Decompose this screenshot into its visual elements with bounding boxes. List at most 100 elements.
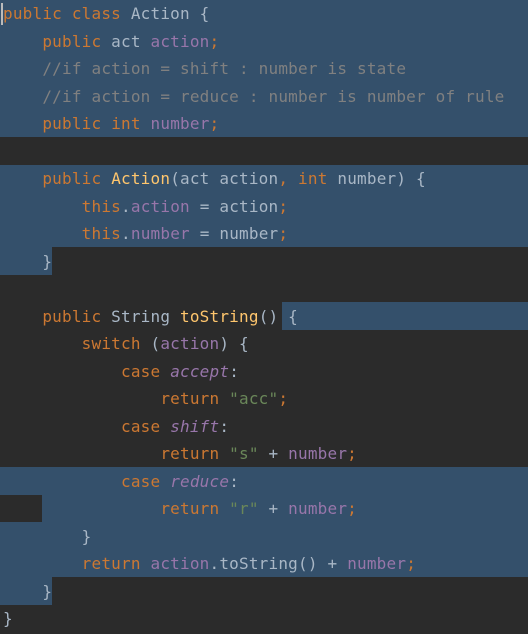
code-line[interactable]: this.action = action; bbox=[3, 193, 288, 221]
code-line[interactable]: return "s" + number; bbox=[3, 440, 357, 468]
code-line[interactable]: //if action = reduce : number is number … bbox=[3, 83, 505, 111]
code-token: action bbox=[130, 196, 190, 216]
code-token: act bbox=[101, 31, 151, 51]
code-token: //if action = shift : number is state bbox=[42, 59, 407, 78]
code-token: () { bbox=[258, 306, 299, 326]
code-token: ) { bbox=[219, 334, 249, 353]
code-token: toString bbox=[180, 306, 259, 326]
code-token: return bbox=[160, 444, 220, 463]
code-token: = number bbox=[189, 224, 279, 243]
code-line[interactable]: case shift: bbox=[3, 413, 229, 441]
code-token: reduce bbox=[170, 471, 230, 491]
code-token: ; bbox=[278, 389, 289, 408]
code-token: ; bbox=[209, 114, 220, 133]
code-line[interactable]: public int number; bbox=[3, 110, 219, 138]
code-token: ( bbox=[140, 334, 161, 353]
code-line[interactable]: public class Action { bbox=[3, 0, 210, 28]
code-token: case bbox=[121, 416, 161, 436]
code-line[interactable]: } bbox=[3, 605, 13, 633]
code-token: accept bbox=[170, 361, 230, 381]
code-token: .toString() + bbox=[209, 554, 348, 573]
selection-highlight bbox=[242, 467, 528, 495]
code-token: : bbox=[229, 471, 240, 491]
code-token: public bbox=[42, 114, 102, 133]
code-line[interactable]: switch (action) { bbox=[3, 330, 249, 358]
code-line[interactable]: return "r" + number; bbox=[3, 495, 357, 523]
code-line[interactable]: public act action; bbox=[3, 28, 219, 56]
code-token: Action bbox=[111, 169, 171, 188]
code-token: number bbox=[288, 444, 348, 463]
code-token: ; bbox=[278, 196, 289, 216]
code-token: } bbox=[3, 526, 92, 546]
code-token: public bbox=[3, 4, 62, 23]
code-token: : bbox=[219, 416, 230, 436]
code-token: } bbox=[3, 581, 53, 601]
code-line[interactable]: } bbox=[3, 523, 92, 551]
code-token: //if action = reduce : number is number … bbox=[42, 86, 505, 106]
code-token: int bbox=[298, 169, 328, 188]
code-token: shift bbox=[170, 416, 220, 436]
code-token: , bbox=[278, 169, 289, 188]
code-token: "r" bbox=[229, 499, 259, 518]
code-editor[interactable]: public class Action { public act action;… bbox=[0, 0, 528, 634]
code-token: Action { bbox=[121, 4, 210, 23]
code-token: action bbox=[160, 334, 220, 353]
code-line[interactable]: this.number = number; bbox=[3, 220, 288, 248]
code-line[interactable]: //if action = shift : number is state bbox=[3, 55, 406, 83]
code-token: number bbox=[150, 114, 210, 133]
code-token: : bbox=[229, 361, 240, 381]
code-line[interactable]: case reduce: bbox=[3, 468, 239, 496]
code-token: action bbox=[150, 31, 210, 51]
code-token: + bbox=[258, 444, 289, 463]
code-token: return bbox=[160, 389, 220, 408]
code-line[interactable]: return "acc"; bbox=[3, 385, 288, 413]
code-token: number) { bbox=[327, 169, 426, 188]
code-line[interactable]: } bbox=[3, 248, 52, 276]
code-line[interactable]: public String toString() { bbox=[3, 303, 298, 331]
code-token: number bbox=[347, 554, 407, 573]
code-token: ; bbox=[347, 499, 358, 518]
code-line[interactable]: } bbox=[3, 578, 52, 606]
code-token: public bbox=[42, 306, 102, 326]
code-line[interactable]: public Action(act action, int number) { bbox=[3, 165, 426, 193]
code-token: number bbox=[130, 224, 190, 243]
code-token: . bbox=[121, 224, 131, 243]
code-token: ; bbox=[209, 31, 220, 51]
code-token: action bbox=[150, 554, 210, 573]
code-line[interactable]: return action.toString() + number; bbox=[3, 550, 416, 578]
code-token: number bbox=[288, 499, 348, 518]
code-token: return bbox=[81, 554, 141, 573]
code-token: } bbox=[3, 609, 13, 628]
code-token: int bbox=[111, 114, 141, 133]
code-token: "acc" bbox=[229, 389, 279, 408]
code-token: case bbox=[121, 361, 161, 381]
code-token: this bbox=[81, 196, 122, 216]
code-line[interactable]: case accept: bbox=[3, 358, 239, 386]
code-token: this bbox=[81, 224, 122, 243]
code-token: = action bbox=[189, 196, 279, 216]
